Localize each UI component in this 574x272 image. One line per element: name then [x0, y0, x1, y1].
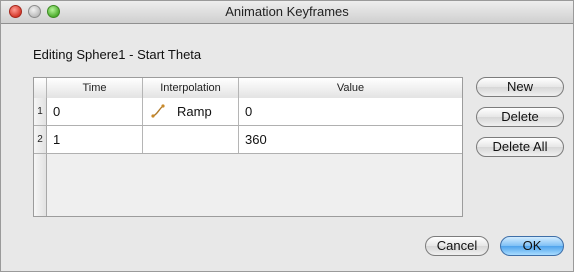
- interpolation-label: Ramp: [177, 104, 212, 119]
- time-cell[interactable]: 1: [47, 126, 143, 153]
- column-header-time[interactable]: Time: [47, 78, 143, 98]
- row-number-header: [34, 78, 47, 98]
- table-row[interactable]: 1 0 Ramp 0: [34, 98, 462, 126]
- animation-keyframes-window: Animation Keyframes Editing Sphere1 - St…: [0, 0, 574, 272]
- interpolation-cell[interactable]: Ramp: [143, 98, 239, 125]
- row-number: 1: [34, 98, 47, 125]
- new-button[interactable]: New: [476, 77, 564, 97]
- editing-heading: Editing Sphere1 - Start Theta: [33, 47, 202, 62]
- table-row[interactable]: 2 1 360: [34, 126, 462, 154]
- ramp-curve-icon: [151, 104, 165, 118]
- column-header-interpolation[interactable]: Interpolation: [143, 78, 239, 98]
- row-number: 2: [34, 126, 47, 153]
- time-cell[interactable]: 0: [47, 98, 143, 125]
- interpolation-cell[interactable]: [143, 126, 239, 153]
- empty-row-gutter: [34, 154, 47, 216]
- value-cell[interactable]: 0: [239, 98, 462, 125]
- column-header-value[interactable]: Value: [239, 78, 462, 98]
- delete-button[interactable]: Delete: [476, 107, 564, 127]
- delete-all-button[interactable]: Delete All: [476, 137, 564, 157]
- table-header: Time Interpolation Value: [34, 78, 462, 99]
- window-title: Animation Keyframes: [225, 4, 349, 19]
- keyframes-table[interactable]: Time Interpolation Value 1 0 Ramp 0 2 1 …: [33, 77, 463, 217]
- value-cell[interactable]: 360: [239, 126, 462, 153]
- cancel-button[interactable]: Cancel: [425, 236, 489, 256]
- titlebar: Animation Keyframes: [1, 1, 573, 24]
- ok-button[interactable]: OK: [500, 236, 564, 256]
